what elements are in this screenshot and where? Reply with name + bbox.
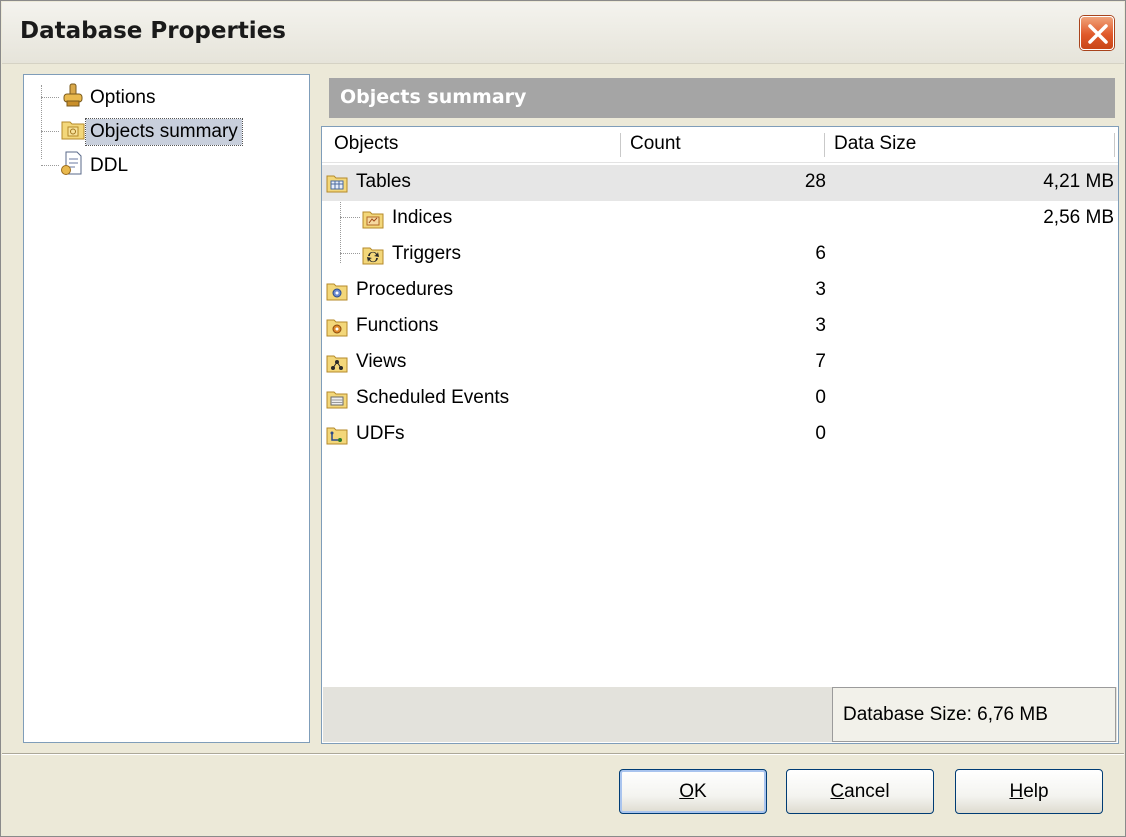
procedures-icon xyxy=(326,280,348,302)
table-row-tables[interactable]: Tables 28 4,21 MB xyxy=(322,165,1118,201)
panel-header-title: Objects summary xyxy=(340,86,527,108)
column-header-count[interactable]: Count xyxy=(630,133,681,155)
tree-item-objects-summary[interactable]: Objects summary xyxy=(60,116,243,148)
ddl-icon xyxy=(60,150,86,182)
scheduled-events-icon xyxy=(326,388,348,410)
column-separator[interactable] xyxy=(824,133,826,157)
column-header-objects[interactable]: Objects xyxy=(334,133,398,155)
table-row-indices[interactable]: Indices 2,56 MB xyxy=(322,201,1118,237)
bottom-divider xyxy=(2,753,1124,755)
tree-line xyxy=(41,97,59,98)
table-row-scheduled-events[interactable]: Scheduled Events 0 xyxy=(322,381,1118,417)
table-row-procedures[interactable]: Procedures 3 xyxy=(322,273,1118,309)
cancel-mnemonic: C xyxy=(830,780,845,802)
column-header-row: Objects Count Data Size xyxy=(322,127,1118,163)
row-name: Scheduled Events xyxy=(356,387,510,408)
panel-header: Objects summary xyxy=(329,78,1115,118)
ok-label-rest: K xyxy=(694,780,707,802)
row-count: 0 xyxy=(815,423,826,444)
row-size: 2,56 MB xyxy=(1043,207,1114,228)
tree-item-label: DDL xyxy=(90,155,129,176)
triggers-icon xyxy=(362,244,384,266)
objects-summary-icon xyxy=(60,116,86,148)
ok-button[interactable]: OK xyxy=(619,769,767,814)
row-name: Procedures xyxy=(356,279,454,300)
row-name: UDFs xyxy=(356,423,405,444)
title-bar[interactable]: Database Properties xyxy=(2,2,1124,64)
objects-summary-grid[interactable]: Objects Count Data Size Tables 28 4,21 M… xyxy=(321,126,1119,744)
views-icon xyxy=(326,352,348,374)
row-name: Views xyxy=(356,351,407,372)
cancel-button[interactable]: Cancel xyxy=(786,769,934,814)
tree-item-label: Options xyxy=(90,87,156,108)
column-separator[interactable] xyxy=(620,133,622,157)
tree-item-label: Objects summary xyxy=(85,118,243,146)
row-name: Triggers xyxy=(392,243,461,264)
udfs-icon xyxy=(326,424,348,446)
row-count: 3 xyxy=(815,279,826,300)
column-header-data-size[interactable]: Data Size xyxy=(834,133,916,155)
close-button[interactable] xyxy=(1080,16,1114,50)
tree-item-options[interactable]: Options xyxy=(60,83,159,113)
row-count: 0 xyxy=(815,387,826,408)
cancel-label-rest: ancel xyxy=(844,780,890,802)
help-label-rest: elp xyxy=(1023,780,1049,802)
indices-icon xyxy=(362,208,384,230)
table-row-udfs[interactable]: UDFs 0 xyxy=(322,417,1118,453)
navigation-tree[interactable]: Options Objects summary DDL xyxy=(23,74,310,743)
window-title: Database Properties xyxy=(20,18,286,44)
table-row-views[interactable]: Views 7 xyxy=(322,345,1118,381)
database-properties-dialog: Database Properties Options Objects summ… xyxy=(0,0,1126,837)
options-icon xyxy=(60,82,86,114)
row-count: 7 xyxy=(815,351,826,372)
row-count: 28 xyxy=(804,171,826,192)
functions-icon xyxy=(326,316,348,338)
table-row-functions[interactable]: Functions 3 xyxy=(322,309,1118,345)
ok-mnemonic: O xyxy=(679,780,695,802)
help-mnemonic: H xyxy=(1009,780,1024,802)
row-name: Indices xyxy=(392,207,453,228)
tables-icon xyxy=(326,172,348,194)
row-name: Tables xyxy=(356,171,411,192)
tree-line xyxy=(41,165,59,166)
help-button[interactable]: Help xyxy=(955,769,1103,814)
tree-line xyxy=(41,131,59,132)
grid-footer: Database Size: 6,76 MB xyxy=(323,687,1117,742)
tree-item-ddl[interactable]: DDL xyxy=(60,151,132,181)
column-separator[interactable] xyxy=(1114,133,1116,157)
row-count: 3 xyxy=(815,315,826,336)
database-size-summary: Database Size: 6,76 MB xyxy=(832,687,1116,742)
row-count: 6 xyxy=(815,243,826,264)
table-row-triggers[interactable]: Triggers 6 xyxy=(322,237,1118,273)
row-size: 4,21 MB xyxy=(1043,171,1114,192)
row-name: Functions xyxy=(356,315,439,336)
